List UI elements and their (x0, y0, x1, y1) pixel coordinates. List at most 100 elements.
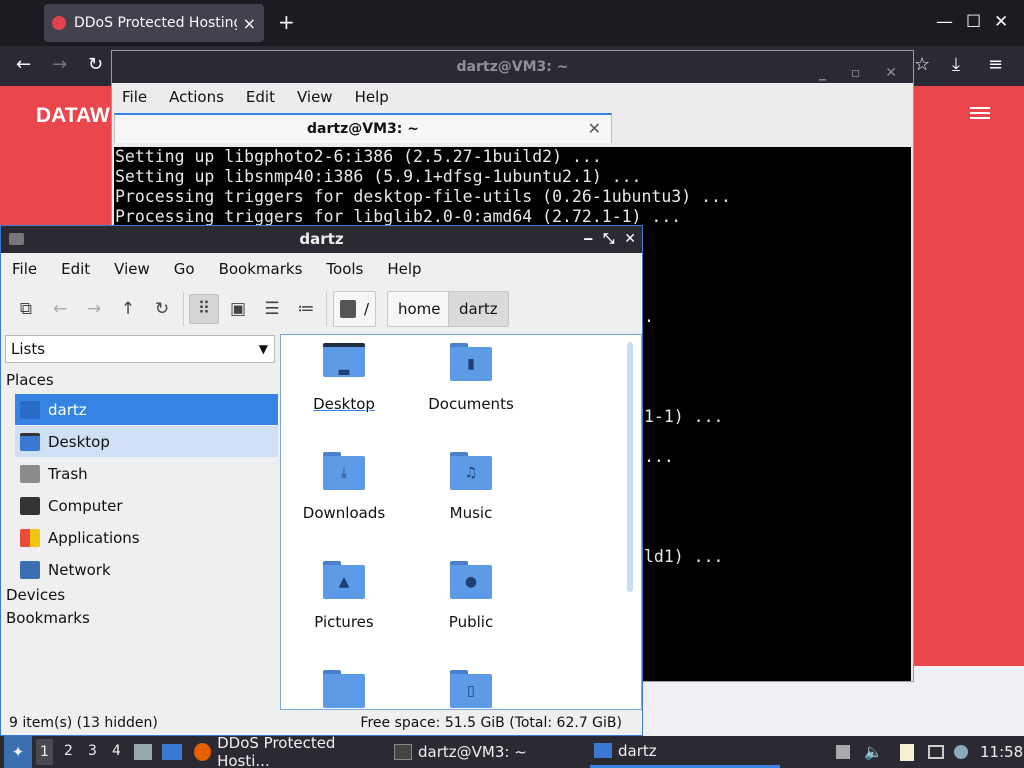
up-icon[interactable]: ↑ (113, 294, 143, 324)
network-icon (20, 560, 40, 579)
terminal-tab-close-icon[interactable]: ✕ (588, 115, 601, 143)
folder-item-desktop[interactable]: ▬ Desktop (289, 343, 399, 413)
folder-icon (323, 670, 365, 708)
fm-menu-file[interactable]: File (12, 260, 37, 278)
fm-menu-help[interactable]: Help (387, 260, 421, 278)
place-item-desktop[interactable]: Desktop (15, 426, 278, 457)
folder-item[interactable]: ▯ (416, 670, 526, 708)
terminal-menu-file[interactable]: File (122, 88, 147, 106)
minimize-icon[interactable]: ‒ (583, 231, 593, 247)
place-item-trash[interactable]: Trash (15, 458, 278, 489)
restore-icon[interactable]: ⤡ (603, 231, 614, 247)
terminal-line: . (644, 307, 654, 326)
clock[interactable]: 11:58 (980, 736, 1023, 768)
folder-view[interactable]: ▬ Desktop ▮ Documents ⤓ Downloads ♫ Musi… (280, 334, 642, 710)
firefox-icon (194, 743, 212, 761)
terminal-tab[interactable]: dartz@VM3: ~ ✕ (114, 113, 612, 143)
folder-item[interactable] (289, 670, 399, 708)
folder-item-label: Documents (428, 395, 514, 413)
fm-menu-view[interactable]: View (114, 260, 150, 278)
search-icon[interactable] (340, 300, 356, 318)
workspace-1[interactable]: 1 (36, 739, 53, 765)
task-terminal[interactable]: dartz@VM3: ~ (394, 736, 584, 768)
place-item-dartz[interactable]: dartz (15, 394, 278, 425)
back-icon[interactable]: ← (16, 54, 31, 76)
folder-item-label: Music (449, 504, 493, 522)
forward-icon[interactable]: → (79, 294, 109, 324)
folder-icon (594, 743, 612, 758)
maximize-icon[interactable]: ☐ (966, 12, 981, 32)
detailed-view-icon[interactable]: ≔ (291, 294, 321, 324)
side-pane-mode-select[interactable]: Lists ▼ (5, 335, 275, 363)
downloads-folder-icon: ⤓ (323, 452, 365, 490)
fm-menu-bookmarks[interactable]: Bookmarks (219, 260, 303, 278)
fm-menu-edit[interactable]: Edit (61, 260, 90, 278)
site-menu-icon[interactable] (970, 104, 990, 122)
tray-up-arrow-icon[interactable] (836, 736, 852, 768)
place-item-computer[interactable]: Computer (15, 490, 278, 521)
site-logo[interactable]: DATAW (36, 104, 110, 128)
reload-icon[interactable]: ↻ (147, 294, 177, 324)
task-browser[interactable]: DDoS Protected Hosti... (194, 734, 384, 768)
close-icon[interactable]: ✕ (624, 231, 636, 247)
fm-menu-go[interactable]: Go (174, 260, 195, 278)
new-tab-icon[interactable]: ⧉ (11, 294, 41, 324)
thumbnail-view-icon[interactable]: ▣ (223, 294, 253, 324)
network-tray-icon[interactable] (928, 736, 946, 768)
browser-tab[interactable]: DDoS Protected Hosting × (44, 4, 264, 42)
place-item-network[interactable]: Network (15, 554, 278, 585)
terminal-menu-actions[interactable]: Actions (169, 88, 224, 106)
terminal-line: 1-1) ... (644, 407, 724, 426)
compact-view-icon[interactable]: ☰ (257, 294, 287, 324)
bookmark-star-icon[interactable]: ☆ (914, 54, 930, 76)
volume-icon[interactable]: 🔈 (864, 736, 883, 768)
clipboard-icon[interactable] (900, 736, 918, 768)
minimize-icon[interactable]: — (936, 12, 953, 32)
task-file-manager[interactable]: dartz (590, 736, 780, 768)
terminal-title-bar[interactable]: dartz@VM3: ~ _ ▫ ✕ (112, 51, 913, 83)
terminal-menu-view[interactable]: View (297, 88, 333, 106)
site-favicon-icon (52, 16, 66, 30)
place-label: Trash (48, 464, 88, 483)
devices-header: Devices (6, 586, 66, 604)
close-window-icon[interactable]: ✕ (994, 12, 1008, 32)
folder-item-pictures[interactable]: ▲ Pictures (289, 561, 399, 631)
task-label: DDoS Protected Hosti... (217, 734, 336, 768)
terminal-menu-edit[interactable]: Edit (246, 88, 275, 106)
file-manager-title-bar[interactable]: dartz ‒ ⤡ ✕ (1, 226, 642, 253)
chevron-down-icon: ▼ (258, 342, 268, 356)
folder-item-documents[interactable]: ▮ Documents (416, 343, 526, 413)
item-count: 9 item(s) (13 hidden) (9, 715, 158, 731)
forward-icon[interactable]: → (52, 54, 67, 76)
reload-icon[interactable]: ↻ (88, 54, 103, 76)
back-icon[interactable]: ← (45, 294, 75, 324)
fm-menu-tools[interactable]: Tools (326, 260, 363, 278)
place-item-applications[interactable]: Applications (15, 522, 278, 553)
browser-tab-bar: DDoS Protected Hosting × + — ☐ ✕ (0, 0, 1024, 46)
folder-item-public[interactable]: ● Public (416, 561, 526, 631)
file-manager-window-controls[interactable]: ‒ ⤡ ✕ (573, 226, 636, 253)
downloads-icon[interactable]: ⤓ (952, 54, 960, 76)
file-manager-menu-bar: File Edit View Go Bookmarks Tools Help (1, 253, 642, 285)
update-notifier-icon[interactable] (954, 736, 972, 768)
file-manager-toolbar: ⧉ ← → ↑ ↻ ⠿ ▣ ☰ ≔ / home dartz (1, 287, 642, 329)
path-root-button[interactable]: / (333, 291, 377, 327)
app-menu-icon[interactable]: ≡ (988, 54, 1003, 76)
path-segment-dartz[interactable]: dartz (448, 291, 509, 327)
terminal-icon (394, 744, 412, 760)
file-manager-launcher-icon[interactable] (134, 736, 154, 768)
folder-item-downloads[interactable]: ⤓ Downloads (289, 452, 399, 522)
workspace-2[interactable]: 2 (64, 743, 73, 759)
folder-view-scrollbar[interactable] (627, 342, 633, 592)
tab-close-icon[interactable]: × (243, 14, 256, 33)
workspace-4[interactable]: 4 (112, 743, 121, 759)
terminal-menu-help[interactable]: Help (355, 88, 389, 106)
computer-icon (20, 496, 40, 515)
start-menu-icon[interactable]: ✦ (4, 736, 32, 768)
icon-view-icon[interactable]: ⠿ (189, 294, 219, 324)
new-tab-button[interactable]: + (278, 12, 295, 32)
path-segment-home[interactable]: home (387, 291, 452, 327)
folder-item-music[interactable]: ♫ Music (416, 452, 526, 522)
workspace-3[interactable]: 3 (88, 743, 97, 759)
show-desktop-icon[interactable] (162, 736, 184, 768)
